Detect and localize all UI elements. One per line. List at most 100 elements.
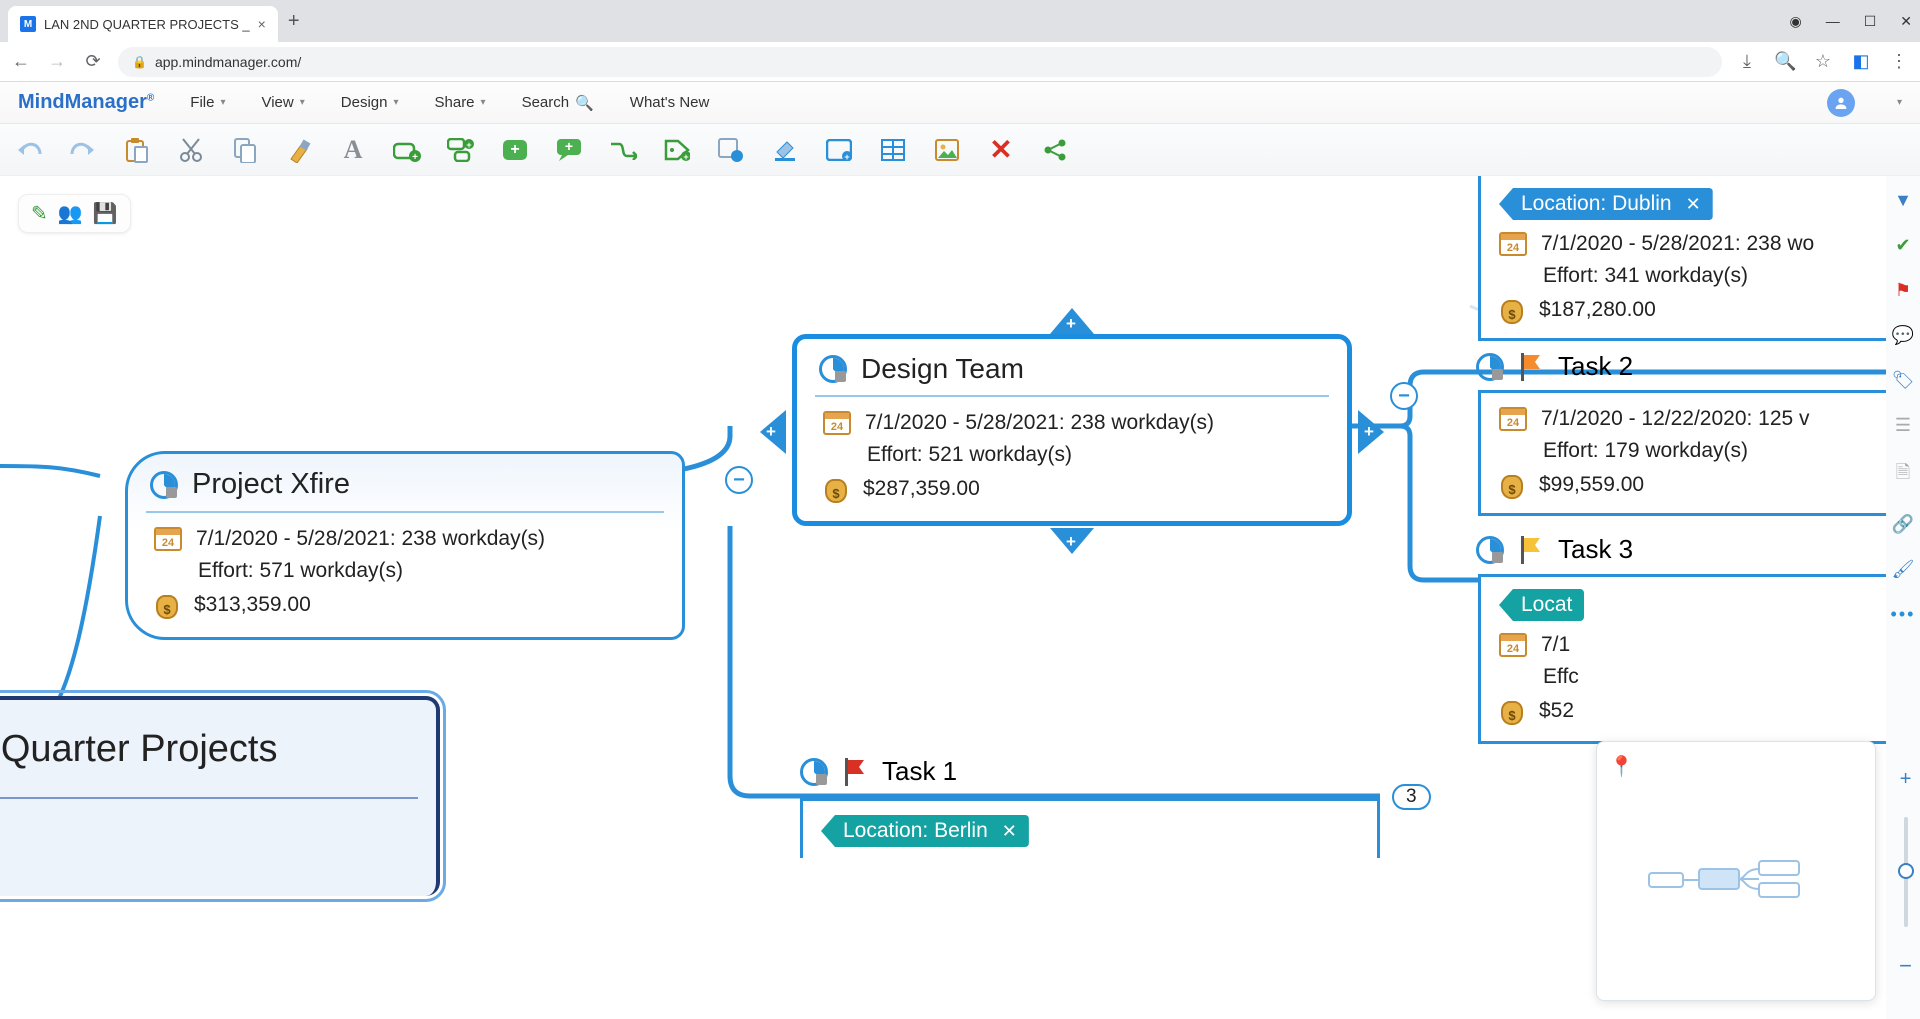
- people-icon[interactable]: 👥: [58, 201, 83, 226]
- copy-icon[interactable]: [230, 135, 260, 165]
- share-network-icon[interactable]: [1040, 135, 1070, 165]
- add-topic-right[interactable]: +: [1358, 410, 1384, 454]
- close-window-icon[interactable]: ✕: [1900, 13, 1912, 30]
- fill-color-icon[interactable]: [770, 135, 800, 165]
- redo-icon[interactable]: [68, 135, 98, 165]
- node-task2-card[interactable]: 247/1/2020 - 12/22/2020: 125 v Effort: 1…: [1478, 390, 1898, 516]
- node-design-team[interactable]: Design Team 247/1/2020 - 5/28/2021: 238 …: [792, 334, 1352, 526]
- child-count-badge[interactable]: 3: [1392, 784, 1431, 810]
- tab-close-icon[interactable]: ×: [258, 16, 266, 32]
- add-floating-icon[interactable]: +: [500, 135, 530, 165]
- delete-icon[interactable]: ✕: [986, 135, 1016, 165]
- url-field[interactable]: 🔒 app.mindmanager.com/: [118, 47, 1722, 77]
- cost-text: $187,280.00: [1539, 298, 1656, 322]
- boundary-icon[interactable]: [716, 135, 746, 165]
- image-icon[interactable]: [932, 135, 962, 165]
- effort-text: Effort: 341 workday(s): [1543, 264, 1748, 288]
- location-tag-dublin[interactable]: Location: Dublin✕: [1499, 188, 1713, 220]
- canvas[interactable]: ✎ 👥 💾 ⚙ Project Xfire 247/1/2020 - 5/28/…: [0, 176, 1920, 1019]
- user-avatar[interactable]: [1827, 89, 1855, 117]
- font-icon[interactable]: A: [338, 135, 368, 165]
- node-task3-header[interactable]: Task 3: [1476, 534, 1633, 565]
- node-task1-card[interactable]: Location: Berlin✕: [800, 798, 1380, 858]
- check-icon[interactable]: ✔: [1895, 235, 1910, 256]
- tag-icon[interactable]: +: [662, 135, 692, 165]
- minimize-icon[interactable]: —: [1826, 13, 1840, 29]
- link-icon[interactable]: 🔗: [1892, 514, 1914, 535]
- location-tag-berlin[interactable]: Location: Berlin✕: [821, 815, 1029, 847]
- zoom-slider[interactable]: + −: [1899, 768, 1912, 979]
- format-brush-icon[interactable]: 🖌: [1892, 559, 1915, 580]
- location-tag[interactable]: Locat: [1499, 589, 1584, 621]
- node-task2-header[interactable]: Task 2: [1476, 351, 1633, 382]
- save-disk-icon[interactable]: 💾: [93, 201, 118, 226]
- table-icon[interactable]: [878, 135, 908, 165]
- menu-file[interactable]: File▾: [190, 94, 225, 111]
- bookmark-star-icon[interactable]: ☆: [1812, 51, 1834, 72]
- maximize-icon[interactable]: ☐: [1864, 13, 1877, 30]
- cost-text: $313,359.00: [194, 593, 311, 617]
- kebab-menu-icon[interactable]: ⋮: [1888, 51, 1910, 72]
- node-task1-header[interactable]: Task 1: [800, 756, 957, 787]
- zoom-icon[interactable]: 🔍: [1774, 51, 1796, 72]
- extension-icon[interactable]: ◧: [1850, 51, 1872, 72]
- money-bag-icon: [154, 591, 180, 619]
- calendar-icon: 24: [1499, 232, 1527, 256]
- cost-text: $99,559.00: [1539, 473, 1644, 497]
- add-topic-below[interactable]: +: [1050, 528, 1094, 554]
- tag-remove-icon[interactable]: ✕: [1002, 821, 1017, 842]
- node-task3-card[interactable]: Locat 247/1 Effc $52: [1478, 574, 1898, 744]
- add-topic-above[interactable]: +: [1050, 308, 1094, 334]
- new-tab-button[interactable]: +: [288, 10, 300, 33]
- add-topic-left[interactable]: +: [760, 410, 786, 454]
- filter-icon[interactable]: ▼: [1894, 190, 1912, 211]
- menu-view[interactable]: View▾: [261, 94, 304, 111]
- chevron-down-icon[interactable]: ▾: [1897, 97, 1902, 108]
- collapse-toggle[interactable]: −: [725, 466, 753, 494]
- menu-search[interactable]: Search🔍: [522, 94, 594, 112]
- node-project-xfire[interactable]: Project Xfire 247/1/2020 - 5/28/2021: 23…: [125, 451, 685, 640]
- svg-text:+: +: [844, 152, 849, 161]
- add-callout-icon[interactable]: +: [554, 135, 584, 165]
- node-dublin-card[interactable]: Location: Dublin✕ 247/1/2020 - 5/28/2021…: [1478, 176, 1898, 341]
- tag-remove-icon[interactable]: ✕: [1686, 194, 1701, 215]
- zoom-track[interactable]: [1904, 817, 1908, 927]
- comment-icon[interactable]: 💬: [1892, 325, 1914, 346]
- menu-share[interactable]: Share▾: [435, 94, 486, 111]
- undo-icon[interactable]: [14, 135, 44, 165]
- date-range-text: 7/1/2020 - 12/22/2020: 125 v: [1541, 407, 1810, 431]
- menu-whats-new[interactable]: What's New: [630, 94, 710, 111]
- collapse-toggle[interactable]: −: [1390, 382, 1418, 410]
- install-app-icon[interactable]: ⤓: [1736, 51, 1758, 72]
- chevron-down-icon: ▾: [220, 97, 225, 108]
- priority-flag-icon: [1518, 536, 1544, 564]
- chevron-down-icon: ▾: [300, 97, 305, 108]
- back-icon[interactable]: ←: [10, 51, 32, 72]
- zoom-in-icon[interactable]: +: [1900, 768, 1912, 791]
- shape-icon[interactable]: +: [824, 135, 854, 165]
- pencil-icon[interactable]: ✎: [31, 201, 48, 226]
- relationship-icon[interactable]: [608, 135, 638, 165]
- browser-tab[interactable]: M LAN 2ND QUARTER PROJECTS _ ×: [8, 6, 278, 42]
- tags-panel-icon[interactable]: 🏷: [1892, 370, 1915, 391]
- format-painter-icon[interactable]: [284, 135, 314, 165]
- node-root[interactable]: nd Quarter Projects: [0, 696, 440, 896]
- more-icon[interactable]: •••: [1891, 604, 1916, 625]
- reload-icon[interactable]: ⟳: [82, 51, 104, 72]
- cut-icon[interactable]: [176, 135, 206, 165]
- add-topic-icon[interactable]: +: [392, 135, 422, 165]
- map-pin-icon[interactable]: 📍: [1609, 756, 1634, 778]
- note-icon[interactable]: 🗎: [1896, 460, 1910, 490]
- menu-design[interactable]: Design▾: [341, 94, 399, 111]
- zoom-thumb[interactable]: [1898, 863, 1914, 879]
- forward-icon[interactable]: →: [46, 51, 68, 72]
- list-icon[interactable]: ☰: [1895, 415, 1911, 436]
- zoom-out-icon[interactable]: −: [1899, 953, 1912, 979]
- minimap[interactable]: 📍: [1596, 741, 1876, 1001]
- record-icon[interactable]: ◉: [1789, 13, 1801, 30]
- paste-icon[interactable]: [122, 135, 152, 165]
- browser-chrome: M LAN 2ND QUARTER PROJECTS _ × + ◉ — ☐ ✕…: [0, 0, 1920, 82]
- chevron-down-icon: ▾: [481, 97, 486, 108]
- add-subtopic-icon[interactable]: +: [446, 135, 476, 165]
- flag-icon[interactable]: ⚑: [1895, 280, 1911, 301]
